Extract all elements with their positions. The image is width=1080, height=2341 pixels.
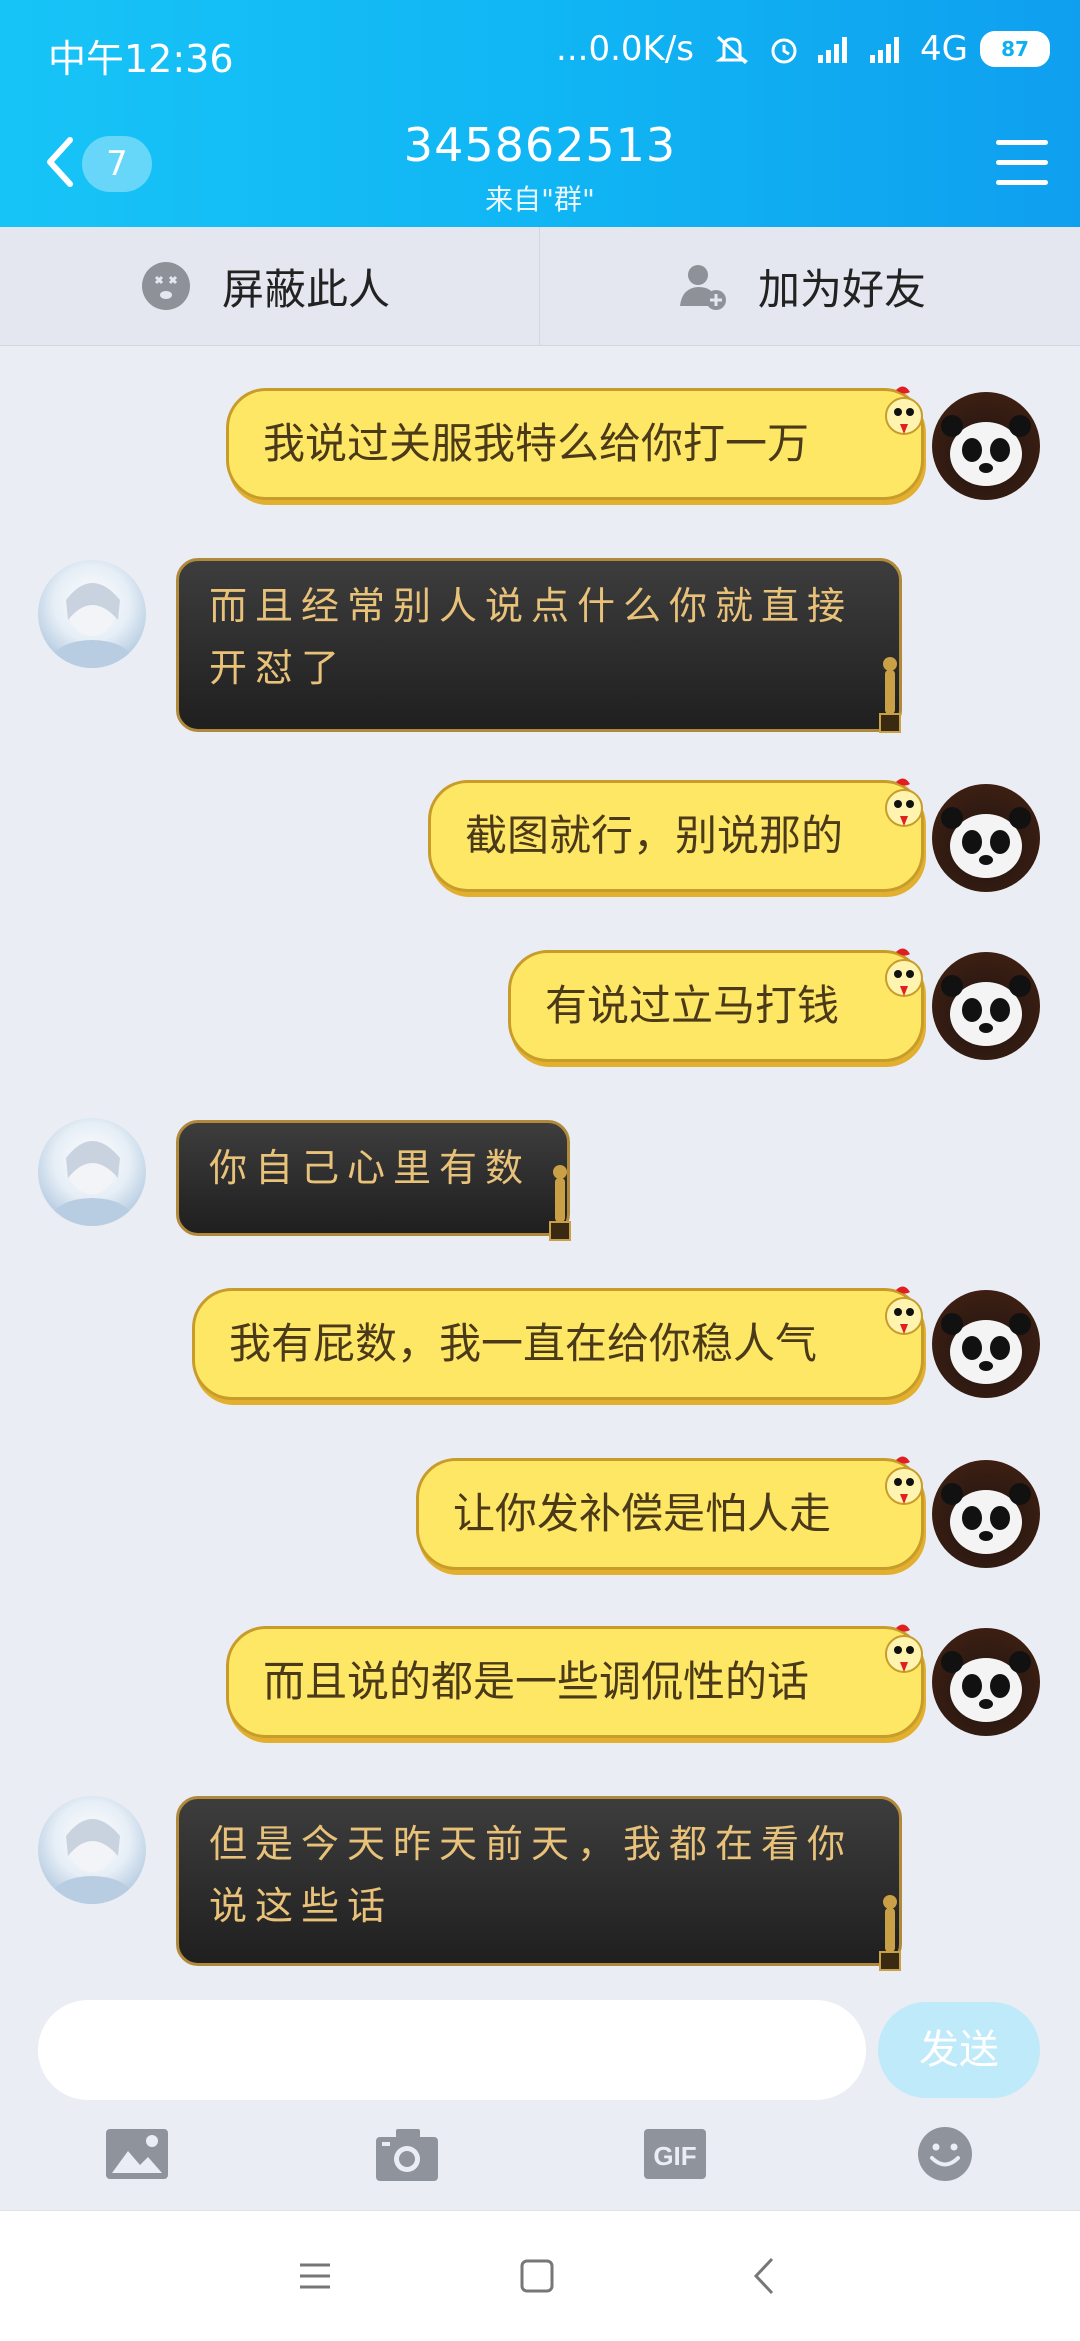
message-bubble-sent[interactable]: 而且说的都是一些调侃性的话 [226, 1626, 924, 1738]
trophy-bubble-decoration [879, 657, 901, 733]
my-avatar[interactable] [932, 784, 1040, 892]
trophy-bubble-decoration [879, 1895, 901, 1971]
message-bubble-sent[interactable]: 截图就行，别说那的 [428, 780, 924, 892]
message-text-line1: 而且经常别人说点什么你就直接 [209, 584, 854, 628]
message-text: 我说过关服我特么给你打一万 [263, 419, 810, 468]
chick-bubble-decoration [885, 386, 923, 435]
add-friend-button[interactable]: 加为好友 [676, 227, 926, 345]
home-nav-icon[interactable] [512, 2251, 562, 2301]
system-nav-bar [0, 2210, 1080, 2341]
send-button[interactable]: 发送 [878, 2002, 1040, 2098]
menu-icon[interactable] [996, 140, 1048, 185]
chick-bubble-decoration [885, 948, 923, 997]
message-text: 我有屁数，我一直在给你稳人气 [229, 1319, 818, 1368]
block-face-icon [142, 262, 190, 310]
chick-bubble-decoration [885, 1456, 923, 1505]
net-speed: ...0.0K/s [556, 29, 695, 69]
back-nav-icon[interactable] [740, 2251, 790, 2301]
my-avatar[interactable] [932, 1290, 1040, 1398]
message-text-line1: 但是今天昨天前天，我都在看你 [209, 1822, 854, 1866]
svg-text:GIF: GIF [653, 2141, 696, 2171]
add-friend-icon [680, 265, 726, 310]
status-bar: 中午12:36 ...0.0K/s 4G 87 [0, 0, 1080, 100]
network-type: 4G [920, 29, 968, 69]
message-text: 截图就行，别说那的 [465, 811, 844, 860]
message-bubble-sent[interactable]: 让你发补偿是怕人走 [416, 1458, 924, 1570]
message-bubble-received[interactable]: 但是今天昨天前天，我都在看你 说这些话 [176, 1796, 902, 1966]
sender-avatar[interactable] [38, 1118, 146, 1226]
block-user-button[interactable]: 屏蔽此人 [140, 227, 390, 345]
chick-bubble-decoration [885, 1286, 923, 1335]
message-bubble-received[interactable]: 你自己心里有数 [176, 1120, 570, 1236]
message-text: 而且说的都是一些调侃性的话 [263, 1657, 810, 1706]
message-bubble-sent[interactable]: 我说过关服我特么给你打一万 [226, 388, 924, 500]
chick-bubble-decoration [885, 778, 923, 827]
message-text: 你自己心里有数 [209, 1146, 532, 1190]
action-divider [539, 227, 540, 345]
message-text: 有说过立马打钱 [545, 981, 840, 1030]
my-avatar[interactable] [932, 952, 1040, 1060]
signal-icon [818, 37, 848, 63]
message-bubble-sent[interactable]: 有说过立马打钱 [508, 950, 924, 1062]
message-text-line2: 开怼了 [209, 646, 348, 690]
action-bar: 屏蔽此人 加为好友 [0, 227, 1080, 346]
status-indicators: ...0.0K/s 4G 87 [556, 24, 1050, 74]
image-icon[interactable] [104, 2125, 170, 2183]
chat-title: 345862513 [403, 118, 677, 172]
sender-avatar[interactable] [38, 560, 146, 668]
emoji-icon[interactable] [912, 2125, 978, 2183]
status-time: 中午12:36 [48, 37, 234, 81]
battery-level: 87 [980, 31, 1050, 67]
chat-subtitle: 来自"群" [485, 183, 595, 216]
sender-avatar[interactable] [38, 1796, 146, 1904]
my-avatar[interactable] [932, 1460, 1040, 1568]
menu-nav-icon[interactable] [290, 2251, 340, 2301]
block-user-label: 屏蔽此人 [222, 264, 391, 314]
chat-header: 中午12:36 ...0.0K/s 4G 87 7 345862513 来自"群… [0, 0, 1080, 227]
message-bubble-sent[interactable]: 我有屁数，我一直在给你稳人气 [192, 1288, 924, 1400]
message-text: 让你发补偿是怕人走 [453, 1489, 832, 1538]
camera-icon[interactable] [374, 2125, 440, 2183]
trophy-bubble-decoration [549, 1165, 571, 1241]
signal-icon-2 [870, 37, 900, 63]
alarm-icon [771, 38, 797, 64]
message-input[interactable] [38, 2000, 866, 2100]
chick-bubble-decoration [885, 1624, 923, 1673]
mute-bell-icon [715, 35, 749, 65]
message-bubble-received[interactable]: 而且经常别人说点什么你就直接 开怼了 [176, 558, 902, 732]
my-avatar[interactable] [932, 392, 1040, 500]
my-avatar[interactable] [932, 1628, 1040, 1736]
message-text-line2: 说这些话 [209, 1884, 394, 1928]
gif-icon[interactable]: GIF [642, 2125, 708, 2183]
composer: 发送 GIF [0, 1990, 1080, 2210]
add-friend-label: 加为好友 [758, 264, 927, 314]
